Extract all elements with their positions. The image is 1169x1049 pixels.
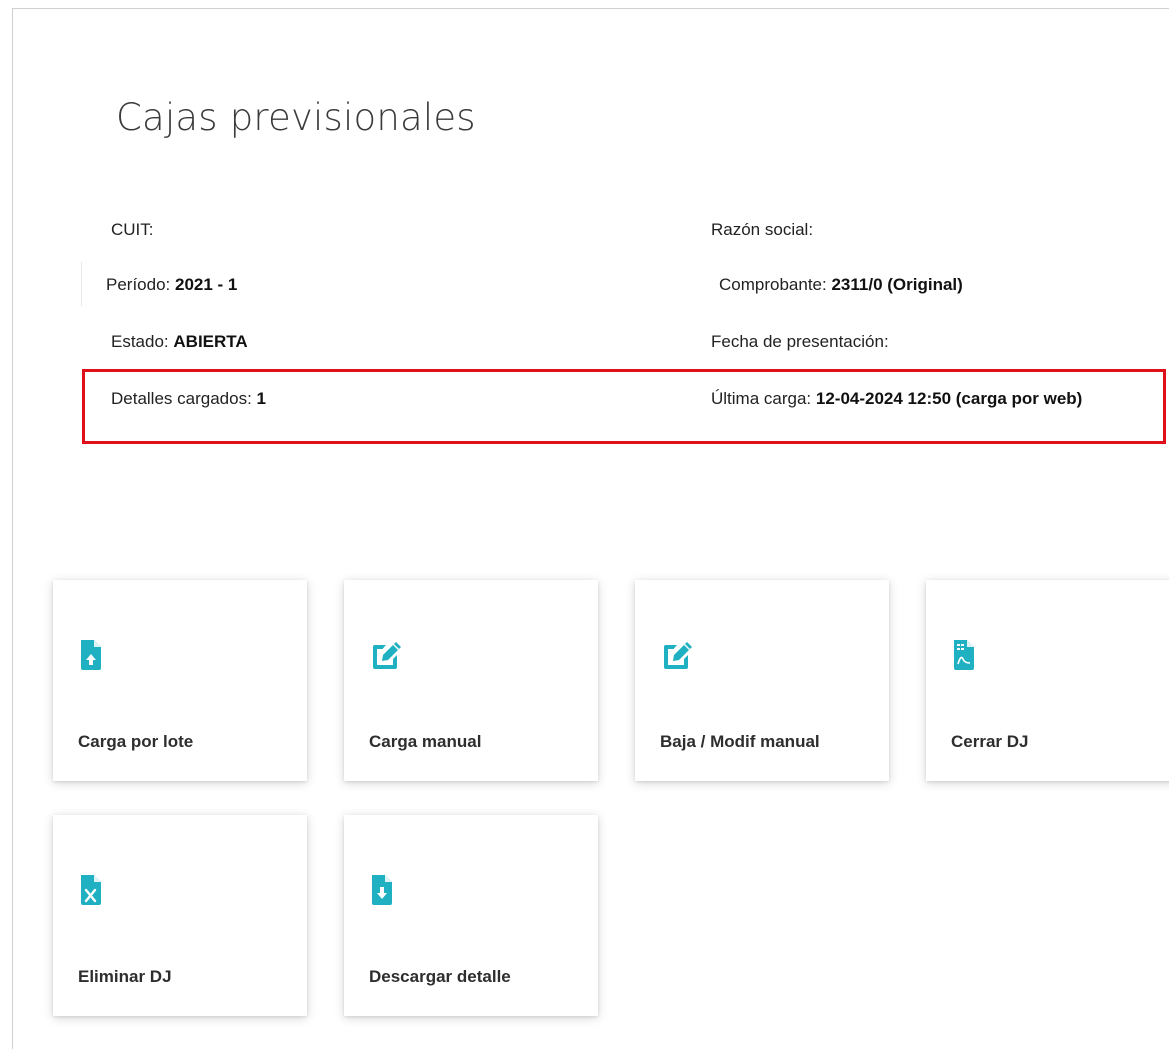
row-divider (81, 262, 82, 306)
estado-row: Estado: ABIERTA (111, 332, 248, 352)
page-title: Cajas previsionales (116, 96, 476, 139)
razon-social-row: Razón social: (711, 220, 813, 240)
periodo-value: 2021 - 1 (175, 275, 238, 294)
carga-por-lote-card[interactable]: Carga por lote (53, 580, 307, 781)
card-label: Carga manual (369, 732, 482, 751)
edit-icon (660, 639, 694, 671)
razon-social-label: Razón social: (711, 220, 814, 239)
comprobante-row: Comprobante: 2311/0 (Original) (719, 275, 963, 295)
estado-value: ABIERTA (173, 332, 248, 351)
cuit-row: CUIT: (111, 220, 154, 240)
fecha-presentacion-label: Fecha de presentación: (711, 332, 889, 351)
cuit-label: CUIT: (111, 220, 154, 239)
baja-modif-manual-card[interactable]: Baja / Modif manual (635, 580, 889, 781)
file-download-icon (369, 874, 395, 906)
periodo-label: Período: (106, 275, 171, 294)
file-pdf-icon (951, 639, 977, 671)
card-label: Eliminar DJ (78, 967, 172, 986)
comprobante-label: Comprobante: (719, 275, 827, 294)
fecha-presentacion-row: Fecha de presentación: (711, 332, 889, 352)
card-label: Carga por lote (78, 732, 194, 751)
periodo-row: Período: 2021 - 1 (106, 275, 237, 295)
file-excel-icon (78, 874, 104, 906)
edit-icon (369, 639, 403, 671)
card-label: Cerrar DJ (951, 732, 1029, 751)
file-upload-icon (78, 639, 104, 671)
carga-manual-card[interactable]: Carga manual (344, 580, 598, 781)
estado-label: Estado: (111, 332, 169, 351)
cerrar-dj-card[interactable]: Cerrar DJ (926, 580, 1169, 781)
card-label: Descargar detalle (369, 967, 511, 986)
descargar-detalle-card[interactable]: Descargar detalle (344, 815, 598, 1016)
highlight-box (82, 369, 1166, 444)
card-label: Baja / Modif manual (660, 732, 820, 751)
eliminar-dj-card[interactable]: Eliminar DJ (53, 815, 307, 1016)
comprobante-value: 2311/0 (Original) (831, 275, 963, 294)
